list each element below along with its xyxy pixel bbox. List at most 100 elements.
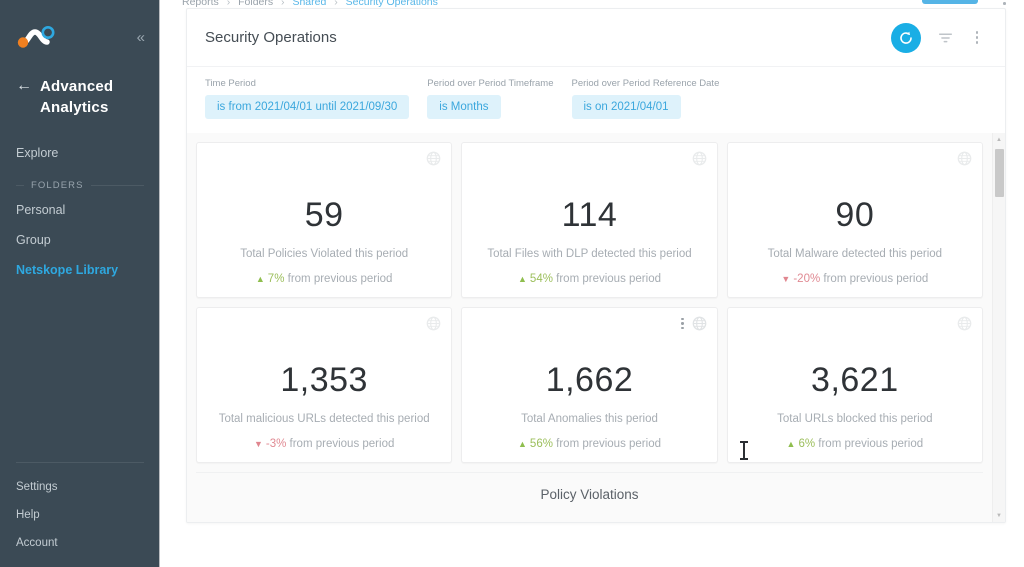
trend-down-icon: ▼ [781,274,790,284]
filter-pop-timeframe: Period over Period Timeframe is Months [427,78,553,119]
sidebar-item-settings[interactable]: Settings [0,473,160,501]
chevron-double-left-icon[interactable]: « [135,26,146,49]
kpi-delta: ▼-3% from previous period [197,438,451,450]
kpi-label: Total Policies Violated this period [232,248,416,260]
filter-value-chip[interactable]: is from 2021/04/01 until 2021/09/30 [205,95,409,119]
kpi-label: Total malicious URLs detected this perio… [211,413,438,425]
kpi-delta-suffix: from previous period [823,273,928,285]
breadcrumb-separator: › [334,0,338,8]
netskope-logo[interactable] [14,23,60,51]
page-title: Security Operations [205,29,891,46]
scroll-down-arrow[interactable]: ▼ [993,509,1005,522]
kpi-delta: ▲7% from previous period [197,273,451,285]
kpi-value: 114 [562,198,618,232]
app-root: « ← Advanced Analytics Explore FOLDERS P… [0,0,1024,567]
kpi-label: Total Files with DLP detected this perio… [479,248,699,260]
dot [681,322,683,324]
dashboard-header-actions [891,23,985,53]
globe-icon[interactable] [957,316,972,331]
kebab-dots [976,31,979,44]
sidebar-title-row: ← Advanced Analytics [0,74,160,118]
kpi-delta-pct: 7% [268,273,285,285]
breadcrumb-item-security-operations[interactable]: Security Operations [346,0,438,8]
dashboard-kebab-menu-icon[interactable] [969,28,985,48]
card-tools [426,151,441,166]
kpi-value: 1,353 [280,363,368,397]
breadcrumb-separator: › [227,0,231,8]
kpi-card-files-dlp[interactable]: 114 Total Files with DLP detected this p… [461,142,717,298]
breadcrumb: Reports › Folders › Shared › Security Op… [182,0,438,8]
globe-icon[interactable] [692,151,707,166]
dashboard-body: 59 Total Policies Violated this period ▲… [187,133,1005,522]
kebab-dots [1003,0,1006,5]
sidebar-folders-label: FOLDERS [31,180,84,191]
kpi-value: 1,662 [546,363,634,397]
kpi-card-malware[interactable]: 90 Total Malware detected this period ▼-… [727,142,983,298]
filter-label: Period over Period Reference Date [572,78,720,89]
sidebar-title: Advanced Analytics [40,76,144,118]
kpi-card-policies-violated[interactable]: 59 Total Policies Violated this period ▲… [196,142,452,298]
arrow-left-icon[interactable]: ← [16,76,32,96]
card-tools [426,316,441,331]
sidebar-item-personal[interactable]: Personal [0,195,160,225]
card-tools [957,151,972,166]
sidebar-item-group[interactable]: Group [0,225,160,255]
sidebar-item-explore[interactable]: Explore [0,138,160,168]
trend-down-icon: ▼ [254,439,263,449]
breadcrumb-item-shared[interactable]: Shared [292,0,326,8]
globe-icon[interactable] [957,151,972,166]
trend-up-icon: ▲ [518,439,527,449]
kpi-delta-suffix: from previous period [556,273,661,285]
top-kebab-menu-icon[interactable] [1003,0,1006,4]
scroll-up-arrow[interactable]: ▲ [993,133,1005,146]
filter-funnel-icon[interactable] [937,28,953,48]
kpi-card-malicious-urls[interactable]: 1,353 Total malicious URLs detected this… [196,307,452,463]
dot [681,318,683,320]
divider-left [16,185,24,186]
kpi-value: 3,621 [811,363,899,397]
filter-value-chip[interactable]: is on 2021/04/01 [572,95,681,119]
breadcrumb-item-reports[interactable]: Reports [182,0,219,8]
section-title: Policy Violations [540,487,638,502]
card-tools [681,316,706,331]
filter-label: Time Period [205,78,409,89]
main-content: Reports › Folders › Shared › Security Op… [160,0,1024,567]
trend-up-icon: ▲ [518,274,527,284]
kpi-card-grid: 59 Total Policies Violated this period ▲… [187,133,1005,472]
sidebar-item-account[interactable]: Account [0,529,160,557]
card-kebab-menu-icon[interactable] [681,318,683,329]
scrollbar-thumb[interactable] [995,149,1004,197]
card-tools [957,316,972,331]
breadcrumb-item-folders[interactable]: Folders [238,0,273,8]
kpi-delta-pct: 56% [530,438,553,450]
sidebar-item-netskope-library[interactable]: Netskope Library [0,255,160,285]
filter-bar: Time Period is from 2021/04/01 until 202… [187,67,1005,134]
filter-label: Period over Period Timeframe [427,78,553,89]
kpi-card-urls-blocked[interactable]: 3,621 Total URLs blocked this period ▲6%… [727,307,983,463]
sidebar-spacer [0,285,160,462]
globe-icon[interactable] [692,316,707,331]
globe-icon[interactable] [426,151,441,166]
kpi-delta-pct: 6% [798,438,815,450]
kpi-delta-suffix: from previous period [818,438,923,450]
kpi-label: Total URLs blocked this period [769,413,940,425]
kpi-card-anomalies[interactable]: 1,662 Total Anomalies this period ▲56% f… [461,307,717,463]
vertical-scrollbar[interactable]: ▲ ▼ [992,133,1005,522]
divider-right [91,185,144,186]
card-tools [692,151,707,166]
kpi-delta-pct: -20% [793,273,820,285]
kpi-delta-suffix: from previous period [288,273,393,285]
dot [976,41,979,44]
filter-value-chip[interactable]: is Months [427,95,500,119]
sidebar-item-help[interactable]: Help [0,501,160,529]
refresh-button[interactable] [891,23,921,53]
dot [681,327,683,329]
kpi-label: Total Anomalies this period [513,413,666,425]
kpi-delta-suffix: from previous period [290,438,395,450]
top-primary-button[interactable] [922,0,978,4]
sidebar-footer: Settings Help Account [0,462,160,567]
globe-icon[interactable] [426,316,441,331]
kpi-delta-suffix: from previous period [556,438,661,450]
kpi-value: 59 [305,198,344,232]
trend-up-icon: ▲ [787,439,796,449]
